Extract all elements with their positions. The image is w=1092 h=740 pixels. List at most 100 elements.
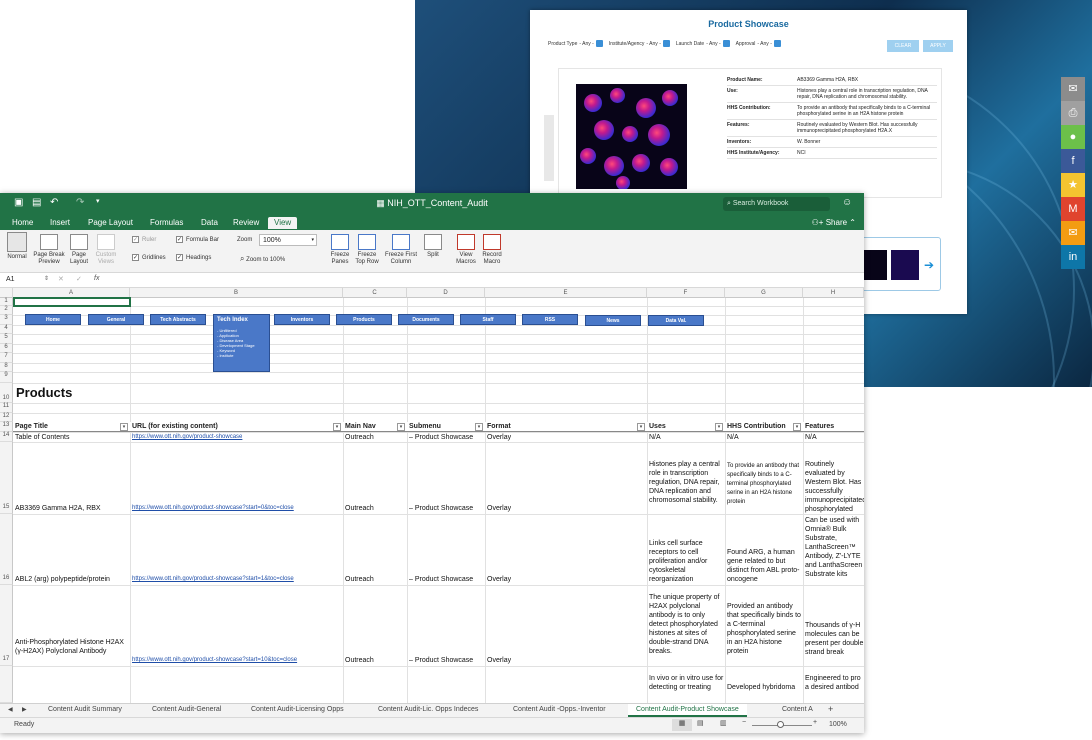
filter-institute[interactable]: Institute/Agency - Any - bbox=[609, 40, 670, 47]
linkedin-icon[interactable]: in bbox=[1061, 245, 1085, 269]
cell-format[interactable]: Overlay bbox=[487, 504, 511, 513]
cell-features[interactable]: Routinely evaluated by Western Blot. Has… bbox=[805, 460, 864, 513]
mail-icon[interactable]: ✉ bbox=[1061, 221, 1085, 245]
cell-features[interactable]: Can be used with Omnia® Bulk Substrate, … bbox=[805, 516, 864, 584]
page-layout-icon[interactable]: ▤ bbox=[697, 719, 704, 727]
cell-main-nav[interactable]: Outreach bbox=[345, 433, 374, 442]
filter-dropdown-icon[interactable]: ▾ bbox=[475, 423, 483, 431]
filter-launch-date[interactable]: Launch Date - Any - bbox=[676, 40, 730, 47]
sheet-nav-news-button[interactable]: News bbox=[585, 315, 641, 326]
sheet-tab[interactable]: Content Audit-Lic. Opps Indeces bbox=[378, 706, 478, 713]
name-box[interactable]: A1 bbox=[6, 276, 15, 283]
gmail-icon[interactable]: M bbox=[1061, 197, 1085, 221]
filter-dropdown-icon[interactable]: ▾ bbox=[715, 423, 723, 431]
tab-insert[interactable]: Insert bbox=[50, 218, 70, 227]
row-header[interactable]: 3 bbox=[0, 315, 13, 325]
column-header[interactable]: C bbox=[343, 288, 407, 298]
account-icon[interactable]: ☺ bbox=[842, 197, 852, 208]
cell-uses[interactable]: The unique property of H2AX polyclonal a… bbox=[649, 593, 725, 665]
sheet-nav-general-button[interactable]: General bbox=[88, 314, 144, 325]
product-carousel[interactable]: ➔ bbox=[855, 237, 941, 291]
cell-page-title[interactable]: ABL2 (arg) polypeptide/protein bbox=[15, 575, 129, 584]
tab-page-layout[interactable]: Page Layout bbox=[88, 218, 133, 227]
sheet-nav-staff-button[interactable]: Staff bbox=[460, 314, 516, 325]
cell-uses[interactable]: Links cell surface receptors to cell pro… bbox=[649, 539, 725, 584]
cell-page-title[interactable]: Table of Contents bbox=[15, 433, 129, 442]
ruler-checkbox[interactable]: ✓ Ruler bbox=[132, 236, 156, 243]
apply-button[interactable]: APPLY bbox=[923, 40, 953, 52]
tab-view[interactable]: View bbox=[268, 217, 298, 229]
prev-sheet-icon[interactable]: ◀ bbox=[8, 706, 13, 713]
cell-url-link[interactable]: https://www.ott.nih.gov/product-showcase bbox=[132, 433, 342, 442]
freeze-panes-button[interactable]: Freeze Panes bbox=[327, 234, 353, 266]
filter-dropdown-icon[interactable]: ▾ bbox=[120, 423, 128, 431]
row-header[interactable]: 9 bbox=[0, 372, 13, 383]
cell-page-title[interactable]: Anti-Phosphorylated Histone H2AX (γ-H2AX… bbox=[15, 638, 129, 665]
split-button[interactable]: Split bbox=[423, 234, 443, 259]
selected-cell-a1[interactable] bbox=[13, 297, 131, 307]
cell-hhs[interactable]: Found ARG, a human gene related to but d… bbox=[727, 548, 803, 584]
add-sheet-icon[interactable]: + bbox=[828, 704, 833, 714]
zoom-in-icon[interactable]: + bbox=[813, 719, 817, 726]
formula-input[interactable] bbox=[108, 275, 853, 285]
row-header[interactable]: 14 bbox=[0, 432, 13, 442]
row-header[interactable]: 6 bbox=[0, 344, 13, 353]
cell-uses[interactable]: In vivo or in vitro use for detecting or… bbox=[649, 674, 725, 692]
cell-format[interactable]: Overlay bbox=[487, 575, 511, 584]
name-box-stepper-icon[interactable]: ⇕ bbox=[44, 275, 49, 282]
sheet-nav-documents-button[interactable]: Documents bbox=[398, 314, 454, 325]
headings-checkbox[interactable]: ✓ Headings bbox=[176, 254, 211, 261]
filter-dropdown-icon[interactable]: ▾ bbox=[637, 423, 645, 431]
row-header[interactable]: 4 bbox=[0, 325, 13, 334]
custom-views-button[interactable]: Custom Views bbox=[93, 234, 119, 266]
row-header[interactable]: 15 bbox=[0, 442, 13, 514]
page-break-preview-button[interactable]: Page Break Preview bbox=[32, 234, 66, 266]
gridlines-checkbox[interactable]: ✓ Gridlines bbox=[132, 254, 166, 261]
cell-features[interactable]: Engineered to pro a desired antibod bbox=[805, 674, 864, 692]
sheet-tab[interactable]: Content Audit -Opps.-Inventor bbox=[513, 706, 606, 713]
cell-uses[interactable]: Histones play a central role in transcri… bbox=[649, 460, 725, 513]
cell-submenu[interactable]: – Product Showcase bbox=[409, 575, 473, 584]
tab-home[interactable]: Home bbox=[12, 218, 33, 227]
formula-bar-checkbox[interactable]: ✓ Formula Bar bbox=[176, 236, 219, 243]
tab-data[interactable]: Data bbox=[201, 218, 218, 227]
cell-features[interactable]: N/A bbox=[805, 433, 817, 442]
next-sheet-icon[interactable]: ▶ bbox=[22, 706, 27, 713]
sheet-tab[interactable]: Content Audit-General bbox=[152, 706, 221, 713]
chat-icon[interactable]: ● bbox=[1061, 125, 1085, 149]
zoom-out-icon[interactable]: − bbox=[742, 719, 746, 726]
confirm-icon[interactable]: ✓ bbox=[76, 275, 82, 283]
sheet-nav-data-val-button[interactable]: Data Val. bbox=[648, 315, 704, 326]
row-header[interactable]: 16 bbox=[0, 514, 13, 585]
zoom-to-100-button[interactable]: ⌕ Zoom to 100% bbox=[240, 254, 285, 264]
filter-dropdown-icon[interactable]: ▾ bbox=[333, 423, 341, 431]
row-header[interactable] bbox=[0, 666, 13, 703]
tab-formulas[interactable]: Formulas bbox=[150, 218, 183, 227]
page-layout-view-button[interactable]: Page Layout bbox=[68, 234, 90, 266]
share-button[interactable]: ⚇+ Share ⌃ bbox=[812, 218, 856, 227]
record-macro-button[interactable]: Record Macro bbox=[480, 234, 504, 266]
row-header[interactable]: 5 bbox=[0, 334, 13, 344]
search-workbook-input[interactable]: ⌕ Search Workbook bbox=[723, 197, 830, 211]
cancel-icon[interactable]: ✕ bbox=[58, 275, 64, 283]
row-header[interactable]: 12 bbox=[0, 413, 13, 422]
view-macros-button[interactable]: View Macros bbox=[454, 234, 478, 266]
cell-url-link[interactable]: https://www.ott.nih.gov/product-showcase… bbox=[132, 504, 342, 513]
filter-product-type[interactable]: Product Type - Any - bbox=[548, 40, 603, 47]
print-icon[interactable]: ⎙ bbox=[1061, 101, 1085, 125]
cell-hhs[interactable]: Provided an antibody that specifically b… bbox=[727, 602, 803, 665]
filter-dropdown-icon[interactable]: ▾ bbox=[397, 423, 405, 431]
sheet-tab[interactable]: Content Audit Summary bbox=[48, 706, 122, 713]
tab-review[interactable]: Review bbox=[233, 218, 259, 227]
sheet-nav-home-button[interactable]: Home bbox=[25, 314, 81, 325]
tech-index-box[interactable]: Tech Index - Unfiltered - Application - … bbox=[213, 314, 270, 372]
sheet-tab-active[interactable]: Content Audit-Product Showcase bbox=[628, 704, 747, 717]
row-header[interactable]: 8 bbox=[0, 363, 13, 372]
sheet-nav-tech-abstracts-button[interactable]: Tech Abstracts bbox=[150, 314, 206, 325]
cell-url-link[interactable]: https://www.ott.nih.gov/product-showcase… bbox=[132, 656, 342, 665]
row-header[interactable]: 13 bbox=[0, 422, 13, 432]
sheet-tab[interactable]: Content Audit-Licensing Opps bbox=[251, 706, 344, 713]
filter-approval[interactable]: Approval - Any - bbox=[736, 40, 781, 47]
zoom-slider-handle[interactable] bbox=[777, 721, 784, 728]
sheet-nav-rss-button[interactable]: RSS bbox=[522, 314, 578, 325]
